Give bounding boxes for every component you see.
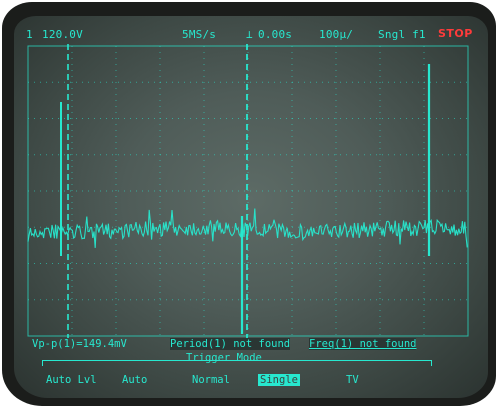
frequency-measurement: Freq(1) not found (309, 338, 417, 350)
trigger-mode-title: Trigger Mode (186, 352, 262, 364)
softkey-normal[interactable]: Normal (190, 374, 232, 386)
softkey-auto[interactable]: Auto (120, 374, 149, 386)
oscilloscope-screen: 1 120.0V 5MS/s ⊥ 0.00s 100µ/ Sngl f1 STO… (14, 16, 488, 398)
oscilloscope-bezel: 1 120.0V 5MS/s ⊥ 0.00s 100µ/ Sngl f1 STO… (2, 2, 496, 406)
softkey-auto-lvl[interactable]: Auto Lvl (44, 374, 99, 386)
softkey-bar-line (42, 360, 432, 361)
softkey-single[interactable]: Single (258, 374, 300, 386)
period-measurement: Period(1) not found (170, 338, 291, 350)
softkey-tv[interactable]: TV (344, 374, 361, 386)
vpp-measurement: Vp-p(1)=149.4mV (32, 338, 127, 350)
